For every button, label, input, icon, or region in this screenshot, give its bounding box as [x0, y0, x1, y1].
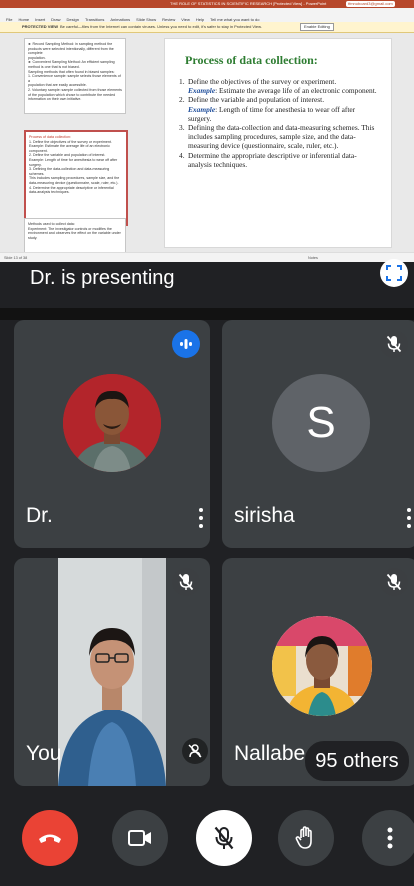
- noise-cancellation-icon[interactable]: [182, 738, 208, 764]
- participant-name: You: [26, 742, 62, 765]
- enable-editing-button: Enable Editing: [300, 23, 334, 31]
- item-example: Example: Estimate the average life of an…: [179, 86, 379, 95]
- item-number: 3.: [179, 123, 185, 133]
- end-call-button[interactable]: [22, 810, 78, 866]
- item-number: 1.: [179, 77, 185, 86]
- ppt-ribbon-tabs: File Home Insert Draw Design Transitions Anima…: [0, 8, 414, 22]
- speaking-indicator-icon: [172, 330, 200, 358]
- thumbnail-line: ► Record Sampling Method: in sampling me…: [28, 42, 113, 46]
- participant-name: Nallabe: [234, 742, 306, 765]
- mic-muted-icon: [380, 330, 408, 358]
- more-options-icon[interactable]: [406, 508, 412, 530]
- item-text: Define the objectives of the survey or e…: [188, 77, 337, 86]
- slide-list-item: 2. Define the variable and population of …: [179, 95, 379, 104]
- phone-hangup-icon: [39, 834, 61, 843]
- avatar: [272, 616, 372, 716]
- thumbnail-line: information on their own initiative.: [28, 97, 82, 102]
- avatar-initial: S: [272, 374, 370, 472]
- raise-hand-button[interactable]: [278, 810, 334, 866]
- more-vert-icon: [387, 827, 393, 849]
- item-text: Defining the data-collection and data-me…: [188, 123, 375, 151]
- others-count-button[interactable]: 95 others: [304, 740, 410, 782]
- item-example: Example: Length of time for anesthesia t…: [179, 105, 379, 123]
- thumbnail-line: study.: [28, 235, 38, 240]
- mic-muted-icon: [172, 568, 200, 596]
- participant-name: sirisha: [234, 504, 295, 527]
- thumbnail-line: 1. Convenience sample: sample selects th…: [28, 74, 121, 83]
- main-slide: Process of data collection: 1. Define the…: [164, 38, 392, 248]
- slide-thumbnail-2: Process of data collection: 1. Define the…: [24, 130, 128, 226]
- item-number: 4.: [179, 150, 185, 160]
- participant-name: Dr.: [26, 504, 53, 527]
- participant-tile-sirisha[interactable]: S sirisha: [222, 320, 414, 548]
- slide-counter: Slide 13 of 38: [4, 256, 28, 260]
- item-text: Define the variable and population of in…: [188, 95, 325, 105]
- slide-thumbnail-3: Methods used to collect data: Experiment:…: [24, 218, 126, 256]
- presenting-label: Dr. is presenting: [30, 267, 175, 289]
- participant-tile-dr[interactable]: Dr.: [14, 320, 210, 548]
- ppt-warning-text: Be careful—files from the Internet can c…: [60, 24, 262, 29]
- thumbnail-line: products were selected intentionally, di…: [28, 46, 114, 56]
- self-video: [58, 558, 166, 786]
- thumbnail-line: 3. Defining the data-collection and data…: [29, 167, 110, 176]
- ppt-warning-label: PROTECTED VIEW: [22, 24, 59, 29]
- item-text: Determine the appropriate descriptive or…: [188, 150, 357, 169]
- example-label: Example: [188, 86, 216, 96]
- presenting-bar: Dr. is presenting: [0, 262, 414, 308]
- slide-thumbnail-1: ► Record Sampling Method: in sampling me…: [24, 38, 126, 114]
- thumbnail-line: data-analysis techniques.: [29, 190, 70, 195]
- more-options-icon[interactable]: [198, 508, 204, 530]
- ppt-title-bar: THE ROLE OF STATISTICS IN SCIENTIFIC RES…: [0, 0, 414, 8]
- slide-list-item: 3. Defining the data-collection and data-…: [179, 123, 379, 151]
- thumbnail-line: environment and observes the effect on t…: [28, 231, 121, 236]
- slide-title: Process of data collection:: [185, 53, 318, 67]
- fullscreen-button[interactable]: [380, 259, 408, 287]
- camera-button[interactable]: [112, 810, 168, 866]
- slide-list-item: 1. Define the objectives of the survey or…: [179, 77, 379, 86]
- camera-icon: [128, 830, 151, 846]
- ppt-window-title: THE ROLE OF STATISTICS IN SCIENTIFIC RES…: [170, 1, 327, 6]
- notes-label: Notes: [308, 256, 318, 260]
- microphone-button[interactable]: [196, 810, 252, 866]
- thumbnail-line: Example: Length of time for anesthesia t…: [29, 157, 118, 162]
- mic-muted-icon: [380, 568, 408, 596]
- slide-list: 1. Define the objectives of the survey or…: [179, 77, 379, 169]
- thumbnail-line: data-measuring device (questionnaire, sc…: [29, 180, 119, 185]
- mic-off-icon: [214, 826, 234, 850]
- ppt-protected-view-bar: PROTECTED VIEW Be careful—files from the…: [0, 22, 414, 33]
- ppt-account: tfmnuboard3@gmail.com: [346, 1, 395, 7]
- fullscreen-icon: [386, 265, 402, 281]
- shared-screen: THE ROLE OF STATISTICS IN SCIENTIFIC RES…: [0, 0, 414, 262]
- example-text: : Estimate the average life of an electr…: [215, 86, 377, 96]
- example-label: Example: [188, 104, 216, 114]
- participant-tile-you[interactable]: You: [14, 558, 210, 786]
- thumbnail-line: 2. Voluntary sample: sample collected fr…: [28, 87, 122, 92]
- more-options-button[interactable]: [362, 810, 414, 866]
- ppt-status-bar: Slide 13 of 38 Notes: [0, 252, 414, 262]
- avatar: [63, 374, 161, 472]
- slide-thumbnails: ► Record Sampling Method: in sampling me…: [18, 34, 128, 256]
- divider: [0, 308, 414, 320]
- item-number: 2.: [179, 95, 185, 105]
- hand-icon: [295, 826, 312, 849]
- slide-list-item: 4. Determine the appropriate descriptive …: [179, 151, 379, 169]
